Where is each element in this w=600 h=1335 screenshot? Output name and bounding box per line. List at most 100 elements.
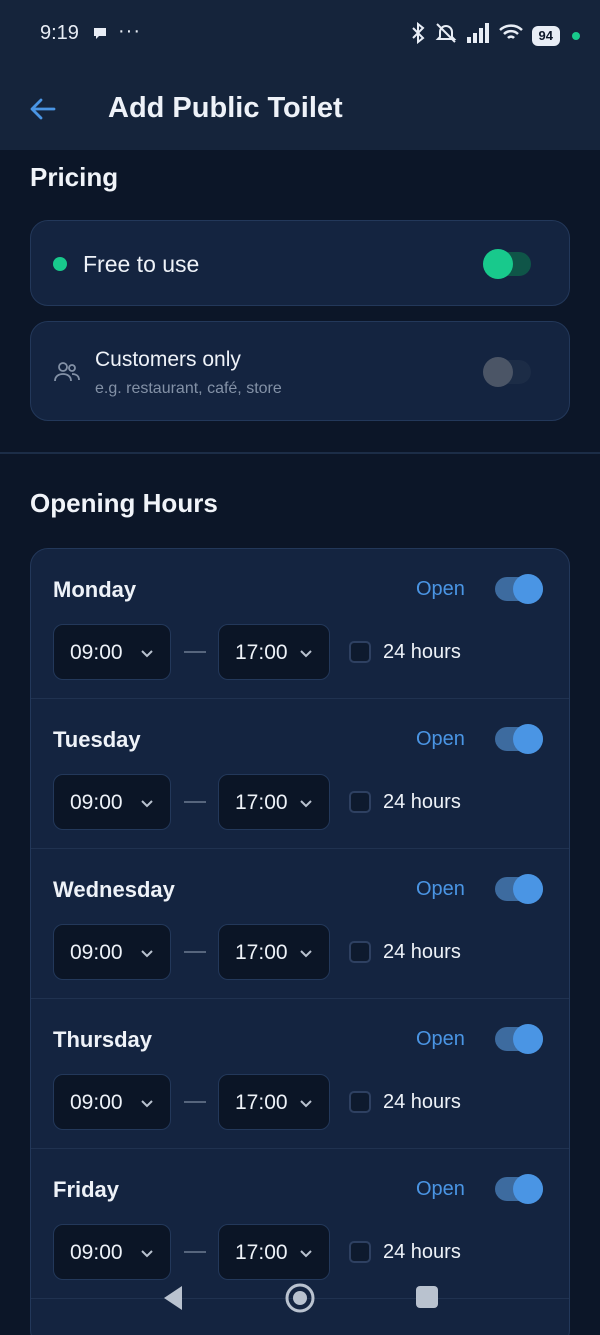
time-range-dash — [184, 951, 206, 953]
day-name: Thursday — [53, 1027, 153, 1052]
day-open-toggle[interactable] — [495, 874, 543, 904]
customers-only-card[interactable]: Customers only e.g. restaurant, café, st… — [30, 321, 570, 421]
day-name: Wednesday — [53, 877, 175, 902]
chevron-down-icon — [299, 796, 313, 814]
privacy-indicator-dot — [572, 31, 580, 40]
start-time-dropdown[interactable]: 09:00 — [53, 774, 171, 830]
nav-back-icon[interactable] — [160, 1284, 186, 1317]
end-time-dropdown[interactable]: 17:00 — [218, 624, 330, 680]
24-hours-label: 24 hours — [383, 791, 461, 813]
open-status-label: Open — [416, 1178, 465, 1200]
start-time-dropdown[interactable]: 09:00 — [53, 624, 171, 680]
end-time-value: 17:00 — [235, 641, 288, 664]
arrow-left-icon[interactable] — [28, 94, 58, 124]
nav-home-icon[interactable] — [284, 1282, 316, 1319]
chevron-down-icon — [140, 1246, 154, 1264]
status-bar: 9:19 ··· 94 — [0, 0, 600, 70]
start-time-value: 09:00 — [70, 641, 123, 664]
chevron-down-icon — [299, 646, 313, 664]
day-open-toggle[interactable] — [495, 1024, 543, 1054]
day-row-thursday: Thursday Open 09:00 17:00 24 hours — [31, 999, 569, 1149]
more-notifications-icon: ··· — [118, 20, 141, 42]
chevron-down-icon — [140, 646, 154, 664]
24-hours-label: 24 hours — [383, 641, 461, 663]
start-time-dropdown[interactable]: 09:00 — [53, 924, 171, 980]
time-range-dash — [184, 1101, 206, 1103]
24-hours-checkbox[interactable] — [349, 641, 371, 663]
24-hours-label: 24 hours — [383, 1241, 461, 1263]
24-hours-label: 24 hours — [383, 1091, 461, 1113]
start-time-value: 09:00 — [70, 1241, 123, 1264]
start-time-value: 09:00 — [70, 791, 123, 814]
toggle-knob — [483, 249, 513, 279]
end-time-dropdown[interactable]: 17:00 — [218, 924, 330, 980]
toggle-knob — [513, 724, 543, 754]
chevron-down-icon — [140, 796, 154, 814]
start-time-value: 09:00 — [70, 941, 123, 964]
free-to-use-card[interactable]: Free to use — [30, 220, 570, 306]
start-time-value: 09:00 — [70, 1091, 123, 1114]
chevron-down-icon — [299, 946, 313, 964]
toggle-knob — [483, 357, 513, 387]
opening-hours-card: Monday Open 09:00 17:00 24 hours Tuesday… — [30, 548, 570, 1335]
start-time-dropdown[interactable]: 09:00 — [53, 1074, 171, 1130]
chat-bubble-icon — [92, 25, 108, 46]
end-time-dropdown[interactable]: 17:00 — [218, 1224, 330, 1280]
end-time-value: 17:00 — [235, 1091, 288, 1114]
time-range-dash — [184, 651, 206, 653]
chevron-down-icon — [299, 1246, 313, 1264]
start-time-dropdown[interactable]: 09:00 — [53, 1224, 171, 1280]
customers-only-hint: e.g. restaurant, café, store — [95, 380, 282, 397]
day-row-wednesday: Wednesday Open 09:00 17:00 24 hours — [31, 849, 569, 999]
customers-only-label: Customers only — [95, 348, 241, 371]
24-hours-checkbox[interactable] — [349, 791, 371, 813]
day-name: Monday — [53, 577, 137, 602]
24-hours-checkbox[interactable] — [349, 1241, 371, 1263]
24-hours-label: 24 hours — [383, 941, 461, 963]
top-bar: 9:19 ··· 94 Add Public Toilet — [0, 0, 600, 150]
day-name: Friday — [53, 1177, 120, 1202]
24-hours-checkbox[interactable] — [349, 941, 371, 963]
day-name: Tuesday — [53, 727, 141, 752]
free-to-use-label: Free to use — [83, 251, 200, 277]
nav-recents-icon[interactable] — [416, 1286, 438, 1308]
bell-muted-icon — [434, 22, 458, 49]
free-to-use-toggle[interactable] — [483, 249, 531, 279]
end-time-dropdown[interactable]: 17:00 — [218, 774, 330, 830]
system-nav-bar — [0, 1278, 600, 1318]
open-status-label: Open — [416, 578, 465, 600]
end-time-value: 17:00 — [235, 1241, 288, 1264]
end-time-value: 17:00 — [235, 941, 288, 964]
day-row-tuesday: Tuesday Open 09:00 17:00 24 hours — [31, 699, 569, 849]
status-icons: 94 — [410, 21, 580, 49]
page-title: Add Public Toilet — [108, 92, 343, 124]
signal-icon — [466, 23, 490, 48]
end-time-dropdown[interactable]: 17:00 — [218, 1074, 330, 1130]
bluetooth-icon — [410, 21, 426, 49]
opening-hours-section-title: Opening Hours — [30, 488, 218, 518]
wifi-icon — [498, 23, 524, 48]
toggle-knob — [513, 874, 543, 904]
chevron-down-icon — [299, 1096, 313, 1114]
customers-only-toggle[interactable] — [483, 357, 531, 387]
green-status-dot — [53, 257, 67, 271]
day-open-toggle[interactable] — [495, 574, 543, 604]
day-row-monday: Monday Open 09:00 17:00 24 hours — [31, 549, 569, 699]
battery-indicator: 94 — [531, 25, 560, 46]
day-open-toggle[interactable] — [495, 724, 543, 754]
toggle-knob — [513, 574, 543, 604]
time-range-dash — [184, 1251, 206, 1253]
toggle-knob — [513, 1174, 543, 1204]
chevron-down-icon — [140, 1096, 154, 1114]
pricing-section-title: Pricing — [30, 162, 119, 192]
day-open-toggle[interactable] — [495, 1174, 543, 1204]
section-divider — [0, 452, 600, 454]
toggle-knob — [513, 1024, 543, 1054]
open-status-label: Open — [416, 1028, 465, 1050]
open-status-label: Open — [416, 728, 465, 750]
24-hours-checkbox[interactable] — [349, 1091, 371, 1113]
time-range-dash — [184, 801, 206, 803]
end-time-value: 17:00 — [235, 791, 288, 814]
day-row-friday: Friday Open 09:00 17:00 24 hours — [31, 1149, 569, 1299]
chevron-down-icon — [140, 946, 154, 964]
